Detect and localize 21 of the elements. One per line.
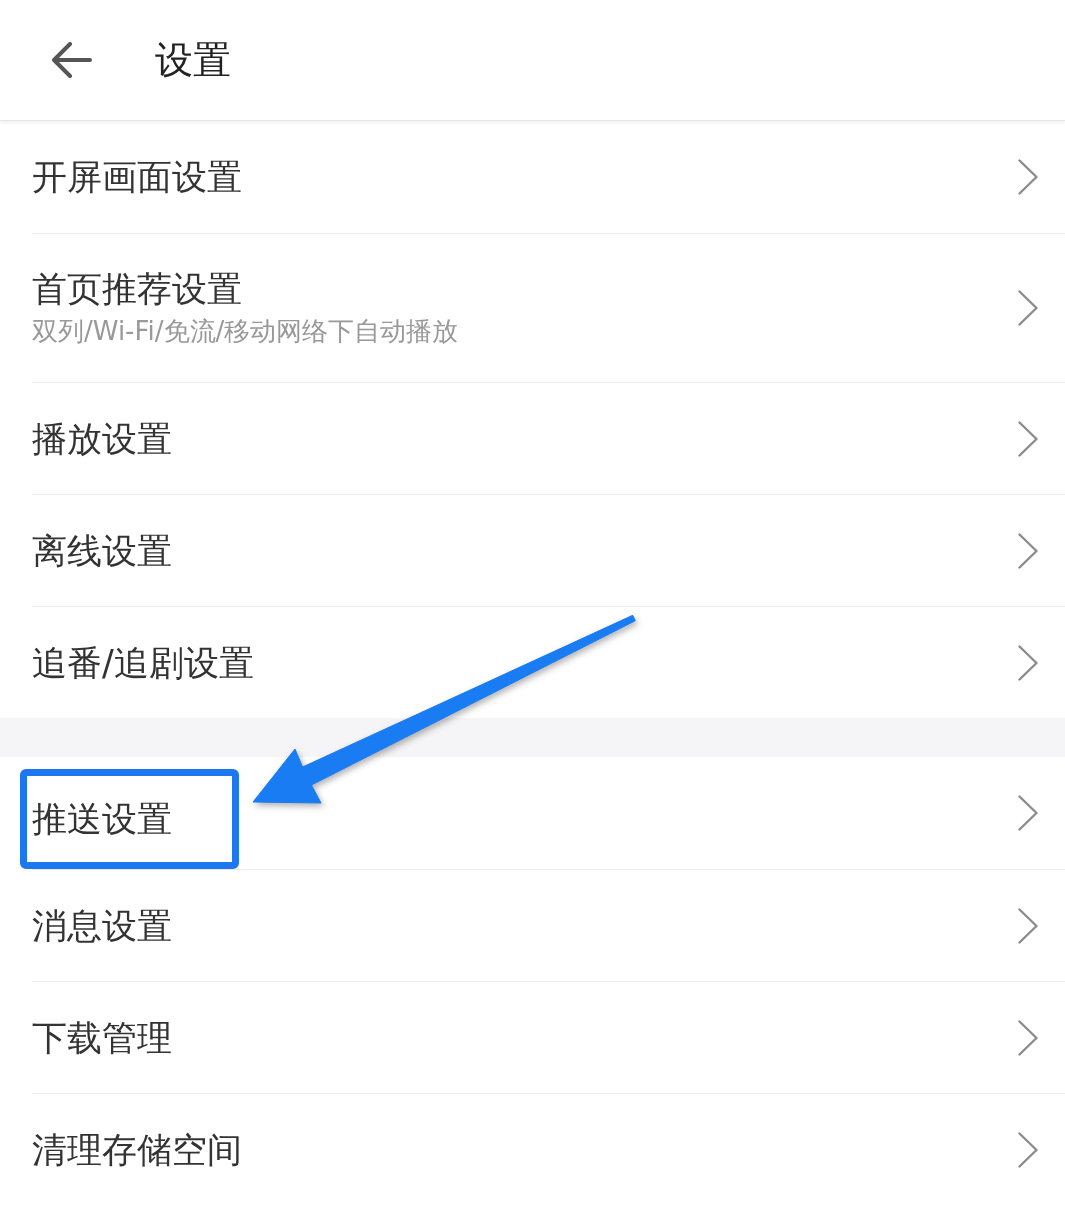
- setting-label[interactable]: 消息设置: [32, 904, 172, 947]
- setting-label[interactable]: 清理存储空间: [32, 1128, 242, 1171]
- chevron-right-icon: [1018, 795, 1038, 831]
- setting-label[interactable]: 追番/追剧设置: [32, 641, 254, 684]
- chevron-right-icon: [1018, 420, 1038, 457]
- setting-label[interactable]: 开屏画面设置: [32, 156, 242, 198]
- setting-label[interactable]: 首页推荐设置: [32, 268, 242, 310]
- setting-description: 双列/Wi-Fi/免流/移动网络下自动播放: [32, 315, 459, 348]
- chevron-right-icon: [1018, 532, 1038, 569]
- chevron-right-icon: [1018, 1019, 1038, 1056]
- chevron-right-icon: [1018, 159, 1038, 195]
- setting-label[interactable]: 推送设置: [32, 798, 172, 840]
- back-arrow-icon[interactable]: [52, 42, 92, 78]
- chevron-right-icon: [1018, 907, 1038, 944]
- page-title: 设置: [155, 37, 231, 83]
- setting-label[interactable]: 离线设置: [32, 529, 172, 572]
- chevron-right-icon: [1018, 644, 1038, 681]
- chevron-right-icon: [1018, 1131, 1038, 1168]
- setting-label[interactable]: 下载管理: [32, 1016, 172, 1059]
- setting-label[interactable]: 播放设置: [32, 417, 172, 460]
- chevron-right-icon: [1018, 290, 1038, 326]
